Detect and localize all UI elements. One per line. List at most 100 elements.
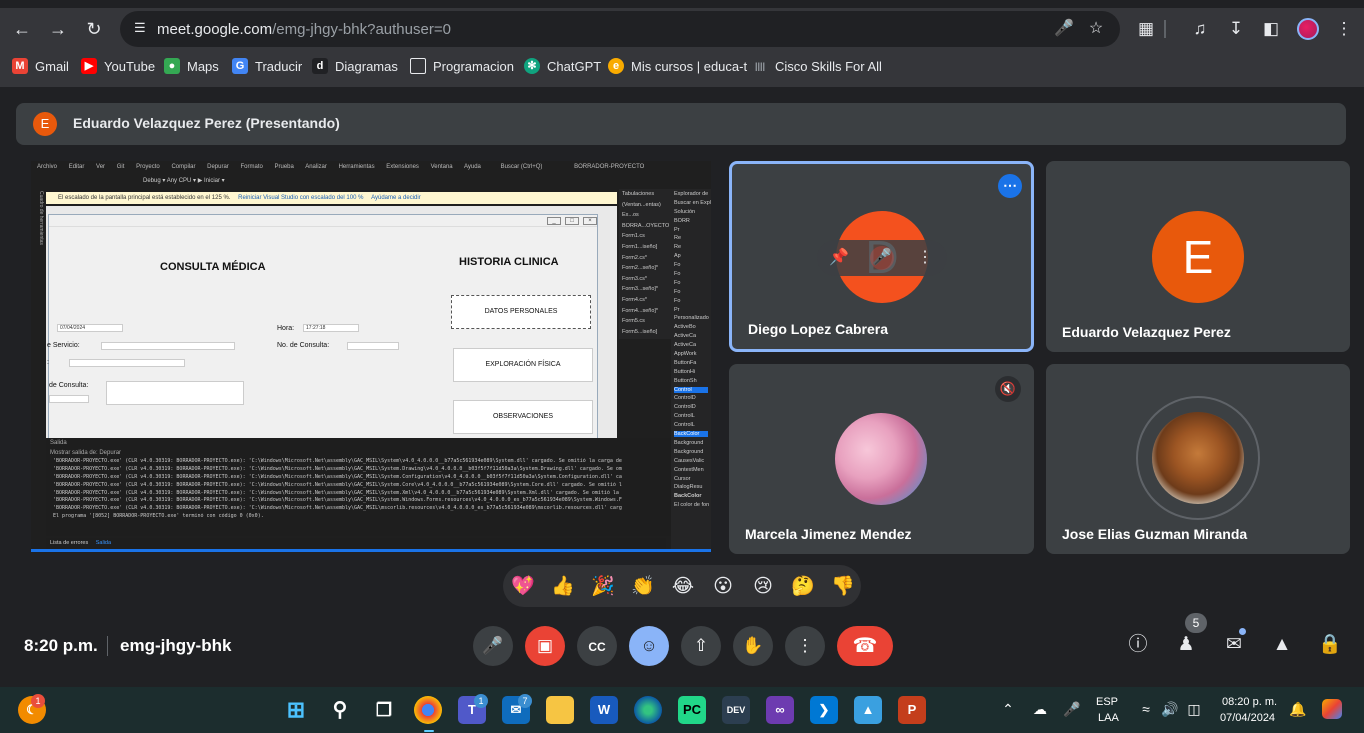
- more-options-button[interactable]: ⋮: [785, 626, 825, 666]
- reload-icon[interactable]: ↻: [82, 17, 106, 41]
- meeting-info-icon[interactable]: ⓘ: [1125, 632, 1151, 658]
- language-label[interactable]: ESP: [1096, 696, 1118, 708]
- task-view-icon[interactable]: ❐: [370, 696, 398, 724]
- microphone-icon[interactable]: 🎤: [870, 246, 894, 270]
- host-controls-icon[interactable]: 🔒: [1317, 632, 1343, 658]
- reaction-heart[interactable]: 💖: [510, 574, 536, 598]
- vs-explorer-item: Explorador de: [674, 191, 709, 197]
- participant-tile[interactable]: E Eduardo Velazquez Perez: [1046, 161, 1350, 352]
- chrome-icon[interactable]: [414, 696, 442, 724]
- microphone-button[interactable]: 🎤: [473, 626, 513, 666]
- extensions-icon[interactable]: ▦: [1134, 17, 1158, 41]
- participant-name: Eduardo Velazquez Perez: [1062, 324, 1231, 340]
- vs-toolbox-label: Cuadro de herramientas: [38, 191, 44, 245]
- form-title-consulta: CONSULTA MÉDICA: [160, 261, 266, 273]
- reactions-button[interactable]: ☺: [629, 626, 669, 666]
- vs-explorer-item: BackColor: [674, 431, 708, 438]
- vs-explorer-item: ControlL: [674, 413, 695, 420]
- camera-off-button[interactable]: ▣: [525, 626, 565, 666]
- reaction-party[interactable]: 🎉: [590, 574, 616, 598]
- reaction-sad[interactable]: 😢: [750, 574, 776, 598]
- bookmark-youtube[interactable]: ▶ YouTube: [81, 56, 155, 76]
- word-icon[interactable]: W: [590, 696, 618, 724]
- onedrive-icon[interactable]: ☁: [1030, 699, 1050, 719]
- photos-icon[interactable]: ▲: [854, 696, 882, 724]
- vs-info-link: Ayúdame a decidir: [371, 195, 421, 201]
- url-text[interactable]: meet.google.com/emg-jhgy-bhk?authuser=0: [157, 21, 451, 38]
- chatgpt-icon: ✻: [524, 58, 540, 74]
- bookmark-star-icon[interactable]: ☆: [1086, 19, 1106, 39]
- chat-unread-dot: [1239, 628, 1246, 635]
- notification-bell-icon[interactable]: 🔔: [1288, 699, 1308, 719]
- vscode-icon[interactable]: ❯: [810, 696, 838, 724]
- volume-icon[interactable]: 🔊: [1160, 699, 1180, 719]
- captions-button[interactable]: CC: [577, 626, 617, 666]
- chat-icon[interactable]: ✉: [1221, 632, 1247, 658]
- reaction-surprised[interactable]: 😮: [710, 574, 736, 598]
- battery-icon[interactable]: ◫: [1184, 699, 1204, 719]
- visual-studio-icon[interactable]: ∞: [766, 696, 794, 724]
- address-bar[interactable]: ☰ meet.google.com/emg-jhgy-bhk?authuser=…: [120, 11, 1120, 47]
- colon-label: :: [47, 359, 49, 366]
- tile-options-icon[interactable]: ⋯: [998, 174, 1022, 198]
- site-info-icon[interactable]: ☰: [134, 20, 150, 36]
- side-panel-icon[interactable]: ◧: [1259, 17, 1283, 41]
- reaction-thumbs-down[interactable]: 👎: [830, 574, 856, 598]
- raise-hand-button[interactable]: ✋: [733, 626, 773, 666]
- captions-icon: CC: [588, 640, 606, 654]
- profile-avatar[interactable]: [1297, 18, 1319, 40]
- search-icon[interactable]: ⚲: [326, 696, 354, 724]
- back-arrow-icon[interactable]: ←: [10, 17, 34, 41]
- participant-name: Jose Elias Guzman Miranda: [1062, 526, 1248, 542]
- toolbar-divider: [1164, 20, 1166, 38]
- participant-tile[interactable]: 🔇 Marcela Jimenez Mendez: [729, 364, 1034, 554]
- leave-call-button[interactable]: ☎: [837, 626, 893, 666]
- media-control-icon[interactable]: ♫: [1188, 17, 1212, 41]
- people-icon[interactable]: ♟: [1173, 632, 1199, 658]
- bookmark-cisco[interactable]: |||| Cisco Skills For All: [752, 56, 882, 76]
- bookmark-chatgpt[interactable]: ✻ ChatGPT: [524, 56, 601, 76]
- bookmark-folder-programacion[interactable]: Programacion: [410, 56, 514, 76]
- translate-icon: G: [232, 58, 248, 74]
- tile-hover-controls: 📌 🎤 ⋮: [817, 240, 947, 276]
- participant-tile[interactable]: D 📌 🎤 ⋮ ⋯ Diego Lopez Cabrera: [729, 161, 1034, 352]
- windows-start-icon[interactable]: ⊞: [282, 696, 310, 724]
- reaction-laugh[interactable]: 😂: [670, 574, 696, 598]
- time-label: Hora:: [277, 325, 295, 332]
- wifi-icon[interactable]: ≈: [1136, 699, 1156, 719]
- tray-time[interactable]: 08:20 p. m.: [1222, 696, 1277, 708]
- more-menu-icon[interactable]: ⋮: [1332, 17, 1356, 41]
- copilot-icon[interactable]: [1322, 699, 1342, 719]
- vs-explorer-item: ControlL: [674, 422, 695, 429]
- bookmark-label: Diagramas: [335, 58, 398, 74]
- bookmark-maps[interactable]: ● Maps: [164, 56, 219, 76]
- reaction-clap[interactable]: 👏: [630, 574, 656, 598]
- more-vert-icon[interactable]: ⋮: [913, 246, 937, 270]
- chevron-up-icon[interactable]: ⌃: [998, 699, 1018, 719]
- bookmark-translate[interactable]: G Traducir: [232, 56, 302, 76]
- forward-arrow-icon[interactable]: →: [46, 17, 70, 41]
- vs-explorer-item: Fo: [674, 262, 681, 269]
- vs-explorer-item: Fo: [674, 271, 681, 278]
- vs-panel-item: Form1...iseño]: [622, 243, 658, 250]
- activities-icon[interactable]: ▲: [1269, 632, 1295, 658]
- file-explorer-icon[interactable]: [546, 696, 574, 724]
- present-button[interactable]: ⇧: [681, 626, 721, 666]
- microphone-icon[interactable]: 🎤: [1054, 19, 1074, 39]
- bookmark-diagrams[interactable]: d Diagramas: [312, 56, 398, 76]
- bookmark-gmail[interactable]: M Gmail: [12, 56, 69, 76]
- vs-output-tab: Salida: [95, 540, 112, 546]
- pin-icon[interactable]: 📌: [827, 246, 851, 270]
- participant-tile[interactable]: Jose Elias Guzman Miranda: [1046, 364, 1350, 554]
- reaction-thumbs-up[interactable]: 👍: [550, 574, 576, 598]
- bookmark-educat[interactable]: e Mis cursos | educa-t: [608, 56, 747, 76]
- microphone-tray-icon[interactable]: 🎤: [1062, 699, 1082, 719]
- shared-screen[interactable]: Archivo Editar Ver Git Proyecto Compilar…: [31, 161, 711, 551]
- powerpoint-icon[interactable]: P: [898, 696, 926, 724]
- devcpp-icon[interactable]: DEV: [722, 696, 750, 724]
- bookmark-label: Traducir: [255, 58, 303, 74]
- edge-icon[interactable]: [634, 696, 662, 724]
- download-icon[interactable]: ↧: [1224, 17, 1248, 41]
- reaction-thinking[interactable]: 🤔: [790, 574, 816, 598]
- pycharm-icon[interactable]: PC: [678, 696, 706, 724]
